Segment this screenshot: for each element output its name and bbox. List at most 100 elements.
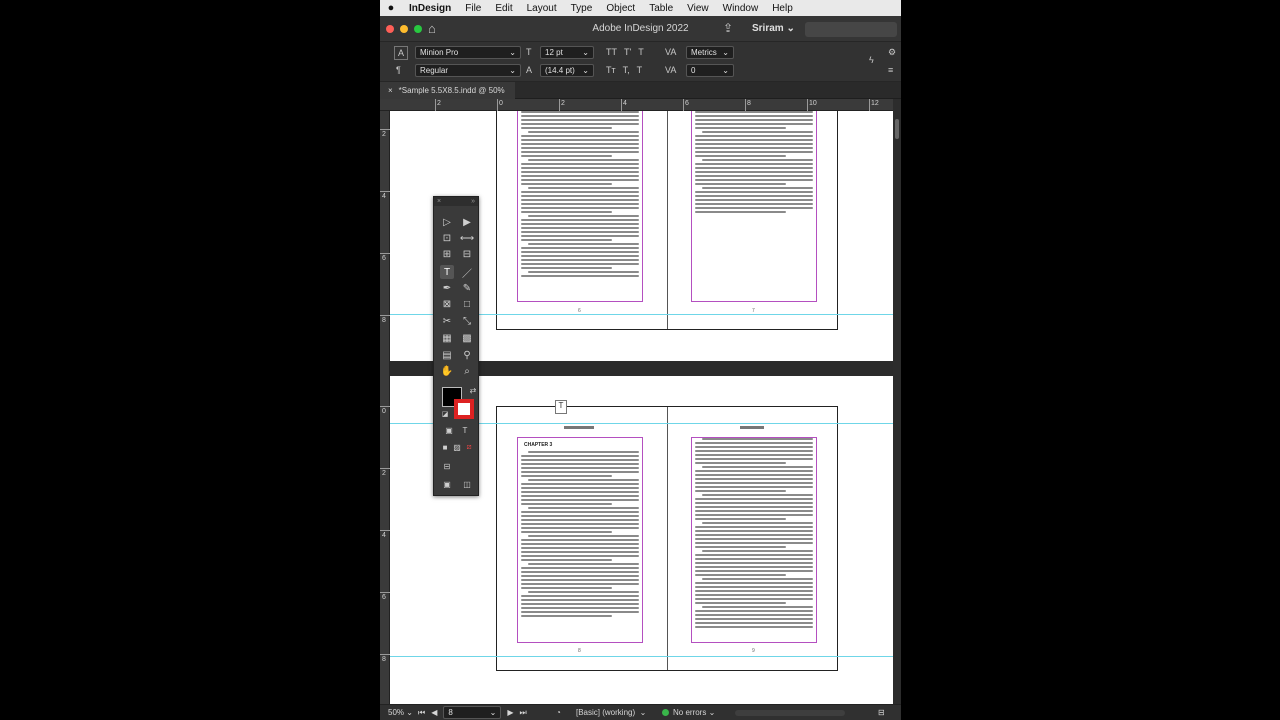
open-page-icon[interactable]: ◔ bbox=[556, 708, 561, 717]
next-page-icon[interactable]: ▶ bbox=[507, 708, 513, 717]
selection-tool-icon[interactable]: ▷ bbox=[440, 215, 454, 229]
menu-help[interactable]: Help bbox=[765, 3, 800, 14]
text-frame-right-page-bottom[interactable] bbox=[691, 437, 817, 643]
zoom-level[interactable]: 50% ⌄ bbox=[388, 708, 413, 717]
leading-field[interactable]: (14.4 pt) ⌄ bbox=[540, 64, 594, 77]
search-input[interactable] bbox=[805, 22, 897, 37]
share-icon[interactable]: ⇪ bbox=[723, 21, 733, 35]
kerning-field[interactable]: Metrics ⌄ bbox=[686, 46, 734, 59]
layout-panel-icon[interactable]: ⊟ bbox=[878, 708, 885, 717]
text-frame-left-page[interactable] bbox=[517, 111, 643, 302]
close-icon[interactable]: × bbox=[437, 198, 441, 205]
text-line bbox=[695, 530, 813, 532]
normal-view-icon[interactable]: ▣ bbox=[440, 477, 454, 491]
menu-window[interactable]: Window bbox=[716, 3, 766, 14]
small-caps-icon[interactable]: Tт bbox=[606, 65, 616, 75]
tools-panel-header[interactable]: ×» bbox=[434, 197, 478, 206]
text-line bbox=[702, 522, 813, 524]
superscript-icon[interactable]: T' bbox=[624, 47, 631, 57]
swap-colors-icon[interactable]: ⇄ bbox=[466, 383, 480, 397]
pencil-tool-icon[interactable]: ✎ bbox=[460, 281, 474, 295]
hand-tool-icon[interactable]: ✋ bbox=[440, 364, 454, 378]
text-line bbox=[695, 207, 813, 209]
menu-edit[interactable]: Edit bbox=[488, 3, 519, 14]
preflight-profile[interactable]: [Basic] (working) ⌄ bbox=[576, 708, 646, 717]
line-tool-icon[interactable]: ／ bbox=[460, 265, 474, 280]
gap-tool-icon[interactable]: ⟷ bbox=[460, 231, 474, 245]
chevron-down-icon: ⌄ bbox=[722, 48, 729, 57]
formatting-container-icon[interactable]: ▣ bbox=[442, 423, 456, 437]
text-line bbox=[521, 531, 612, 533]
first-page-icon[interactable]: ⏮ bbox=[418, 708, 425, 718]
spread-bottom[interactable]: CHAPTER 3 8 9 T bbox=[496, 400, 838, 671]
scissors-tool-icon[interactable]: ✂ bbox=[440, 314, 454, 328]
rectangle-frame-tool-icon[interactable]: ⊠ bbox=[440, 297, 454, 311]
menu-type[interactable]: Type bbox=[564, 3, 600, 14]
apple-icon[interactable]: ● bbox=[380, 2, 402, 14]
gradient-feather-tool-icon[interactable]: ▩ bbox=[460, 331, 474, 345]
vertical-scrollbar[interactable] bbox=[893, 99, 901, 704]
subscript-icon[interactable]: T, bbox=[623, 65, 630, 75]
text-line bbox=[521, 135, 639, 137]
menu-table[interactable]: Table bbox=[642, 3, 680, 14]
apply-none-icon[interactable]: ⧄ bbox=[462, 440, 476, 454]
previous-page-icon[interactable]: ◀ bbox=[431, 708, 437, 717]
gear-icon[interactable]: ⚙ bbox=[888, 47, 896, 58]
default-colors-icon[interactable]: ◪ bbox=[438, 407, 452, 421]
eyedropper-tool-icon[interactable]: ⚲ bbox=[460, 348, 474, 362]
text-line bbox=[695, 111, 813, 113]
gradient-swatch-tool-icon[interactable]: ▦ bbox=[440, 331, 454, 345]
panel-menu-icon[interactable]: ≡ bbox=[888, 65, 893, 75]
content-collector-icon[interactable]: ⊞ bbox=[440, 247, 454, 261]
all-caps-icon[interactable]: TT bbox=[606, 47, 617, 57]
preview-mode-icon[interactable]: ◫ bbox=[460, 477, 474, 491]
horizontal-scrollbar[interactable] bbox=[735, 710, 845, 716]
lightning-icon[interactable]: ϟ bbox=[869, 55, 874, 65]
font-style-field[interactable]: Regular ⌄ bbox=[415, 64, 521, 77]
character-formatting-icon[interactable]: A bbox=[394, 46, 408, 60]
underline-icon[interactable]: T bbox=[638, 47, 644, 57]
zoom-tool-icon[interactable]: ⌕ bbox=[460, 364, 474, 378]
text-line bbox=[521, 263, 639, 265]
menu-view[interactable]: View bbox=[680, 3, 716, 14]
screen-mode-icon[interactable]: ⊟ bbox=[440, 459, 454, 473]
direct-selection-tool-icon[interactable]: ▶ bbox=[460, 215, 474, 229]
scrollbar-thumb[interactable] bbox=[895, 119, 899, 139]
stroke-swatch[interactable] bbox=[454, 399, 474, 419]
paragraph-formatting-icon[interactable]: ¶ bbox=[396, 65, 401, 75]
document-tab[interactable]: × *Sample 5.5X8.5.indd @ 50% bbox=[380, 82, 515, 99]
font-size-field[interactable]: 12 pt ⌄ bbox=[540, 46, 594, 59]
spread-top[interactable]: 6 7 bbox=[496, 111, 838, 330]
text-line bbox=[521, 559, 612, 561]
note-tool-icon[interactable]: ▤ bbox=[440, 348, 454, 362]
collapse-icon[interactable]: » bbox=[471, 198, 475, 205]
text-line bbox=[521, 611, 639, 613]
strikethrough-icon[interactable]: T bbox=[637, 65, 643, 75]
tracking-field[interactable]: 0 ⌄ bbox=[686, 64, 734, 77]
content-placer-icon[interactable]: ⊟ bbox=[460, 247, 474, 261]
text-line bbox=[695, 586, 813, 588]
pen-tool-icon[interactable]: ✒ bbox=[440, 281, 454, 295]
formatting-text-icon[interactable]: T bbox=[458, 423, 472, 437]
text-frame-cursor-icon: T bbox=[555, 400, 567, 414]
user-menu[interactable]: Sriram ⌄ bbox=[752, 23, 795, 34]
menu-layout[interactable]: Layout bbox=[520, 3, 564, 14]
vertical-ruler[interactable]: 2 4 6 8 0 2 4 6 8 bbox=[380, 111, 390, 704]
page-number-field[interactable]: 8 ⌄ bbox=[443, 706, 502, 719]
preflight-status[interactable]: No errors ⌄ bbox=[662, 708, 715, 717]
menu-file[interactable]: File bbox=[458, 3, 488, 14]
page-tool-icon[interactable]: ⊡ bbox=[440, 231, 454, 245]
rectangle-tool-icon[interactable]: □ bbox=[460, 297, 474, 311]
horizontal-ruler[interactable]: 2 0 2 4 6 8 10 12 bbox=[380, 99, 893, 111]
menu-app-name[interactable]: InDesign bbox=[402, 3, 458, 14]
close-icon[interactable]: × bbox=[388, 86, 393, 95]
text-line bbox=[702, 606, 813, 608]
ruler-guide[interactable] bbox=[390, 656, 893, 657]
free-transform-tool-icon[interactable]: ⤡ bbox=[460, 314, 474, 328]
text-frame-chapter-page[interactable]: CHAPTER 3 bbox=[517, 437, 643, 643]
menu-object[interactable]: Object bbox=[599, 3, 642, 14]
text-frame-right-page[interactable] bbox=[691, 111, 817, 302]
last-page-icon[interactable]: ⏭ bbox=[520, 708, 527, 718]
type-tool-icon[interactable]: T bbox=[440, 265, 454, 279]
font-family-field[interactable]: Minion Pro ⌄ bbox=[415, 46, 521, 59]
